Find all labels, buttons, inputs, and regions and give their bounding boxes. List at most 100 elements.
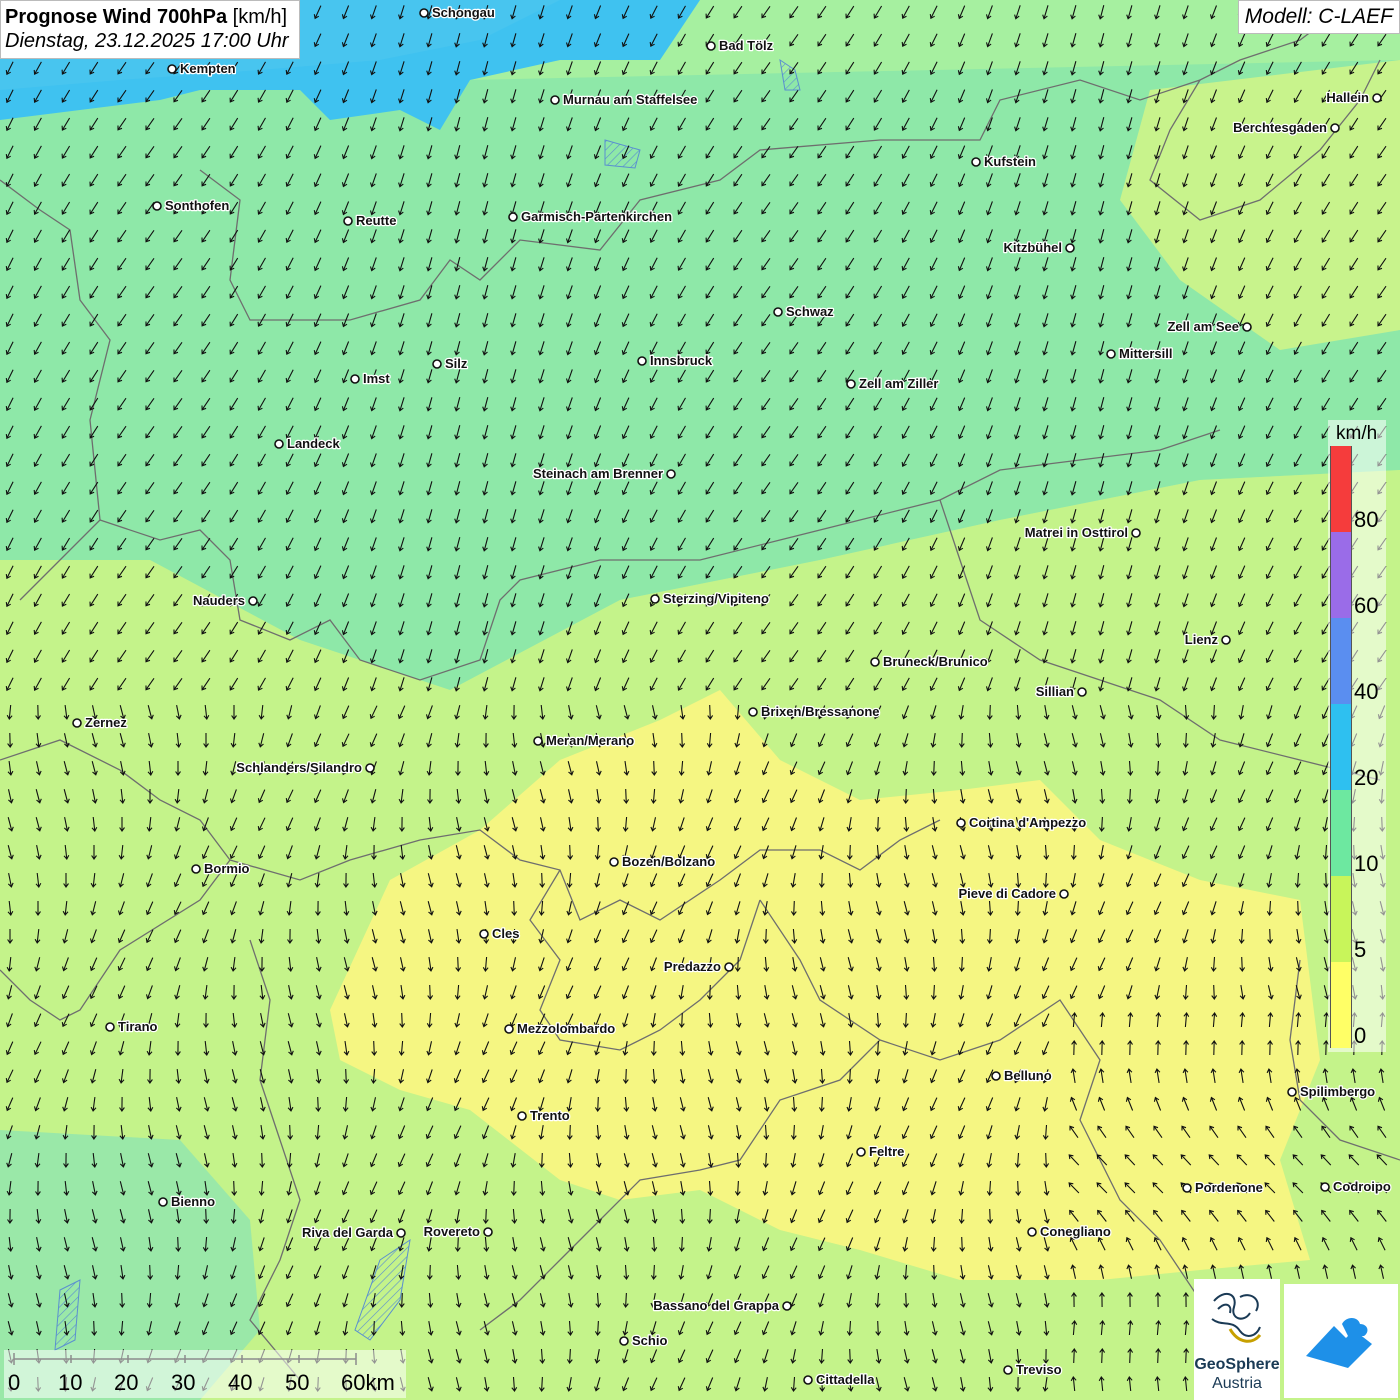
legend-label-20: 20	[1354, 765, 1379, 790]
city-marker-dot	[72, 718, 82, 728]
scale-label-10: 10	[58, 1370, 83, 1395]
scale-label-0: 0	[8, 1370, 21, 1395]
city-marker-dot	[158, 1197, 168, 1207]
city-label: Sonthofen	[165, 198, 229, 213]
city-label: Feltre	[869, 1144, 904, 1159]
city-label: Reutte	[356, 213, 396, 228]
app-logo[interactable]	[1284, 1284, 1398, 1398]
city-label: Zell am Ziller	[859, 376, 938, 391]
city-label: Cittadella	[816, 1372, 875, 1387]
city-marker-dot	[550, 95, 560, 105]
city-marker-dot	[706, 41, 716, 51]
city-marker-dot	[609, 857, 619, 867]
city-label: Landeck	[287, 436, 341, 451]
city-marker-dot	[517, 1111, 527, 1121]
map-title-box: Prognose Wind 700hPa [km/h] Dienstag, 23…	[0, 0, 300, 59]
geosphere-swirl-icon	[1211, 1292, 1262, 1343]
city-bozen-bolzano: Bozen/Bolzano	[609, 853, 716, 870]
legend-label-80: 80	[1354, 507, 1379, 532]
city-marker-dot	[1077, 687, 1087, 697]
city-label: Bienno	[171, 1194, 215, 1209]
city-sonthofen: Sonthofen	[152, 197, 231, 214]
city-label: Conegliano	[1040, 1224, 1111, 1239]
city-marker-dot	[870, 657, 880, 667]
city-marker-dot	[650, 594, 660, 604]
city-marker-dot	[1221, 635, 1231, 645]
city-label: Matrei in Osttirol	[1025, 525, 1128, 540]
city-label: Codroipo	[1333, 1179, 1391, 1194]
city-marker-dot	[1182, 1183, 1192, 1193]
city-label: Pieve di Cadore	[958, 886, 1056, 901]
city-marker-dot	[782, 1301, 792, 1311]
city-label: Tirano	[118, 1019, 158, 1034]
city-marker-dot	[191, 864, 201, 874]
legend-swatch-20	[1330, 704, 1352, 790]
city-marker-dot	[619, 1336, 629, 1346]
map-title-unit: [km/h]	[232, 6, 288, 28]
legend-swatch-40	[1330, 618, 1352, 704]
city-marker-dot	[396, 1228, 406, 1238]
city-label: Riva del Garda	[302, 1225, 394, 1240]
legend-swatch-0	[1330, 962, 1352, 1048]
city-label: Bormio	[204, 861, 250, 876]
city-label: Meran/Merano	[546, 733, 634, 748]
scale-bar: 0 10 20 30 40 50 60km	[4, 1350, 406, 1398]
city-label: Berchtesgaden	[1233, 120, 1327, 135]
city-marker-dot	[803, 1375, 813, 1385]
city-marker-dot	[1059, 889, 1069, 899]
legend-label-0: 0	[1354, 1023, 1367, 1048]
city-marker-dot	[1003, 1365, 1013, 1375]
city-label: Schio	[632, 1333, 667, 1348]
city-marker-dot	[343, 216, 353, 226]
city-marker-dot	[504, 1024, 514, 1034]
scale-label-60km: 60km	[341, 1370, 395, 1395]
city-meran-merano: Meran/Merano	[533, 732, 635, 749]
city-label: Schwaz	[786, 304, 834, 319]
city-label: Schongau	[432, 5, 495, 20]
city-marker-dot	[1131, 528, 1141, 538]
city-label: Silz	[445, 356, 468, 371]
city-riva-del-garda: Riva del Garda	[301, 1224, 406, 1241]
city-label: Mittersill	[1119, 346, 1172, 361]
city-label: Treviso	[1016, 1362, 1062, 1377]
city-marker-dot	[365, 763, 375, 773]
city-murnau-am-staffelsee: Murnau am Staffelsee	[550, 91, 699, 108]
legend-swatch-5	[1330, 876, 1352, 962]
city-label: Bassano del Grappa	[653, 1298, 779, 1313]
legend-swatch-80	[1330, 446, 1352, 532]
legend-unit: km/h	[1336, 423, 1378, 444]
city-marker-dot	[1106, 349, 1116, 359]
city-marker-dot	[773, 307, 783, 317]
city-berchtesgaden: Berchtesgaden	[1232, 119, 1340, 136]
wind-forecast-map[interactable]: Schongau Bad Tölz Kempten Murnau am Staffel…	[0, 0, 1400, 1400]
city-marker-dot	[152, 201, 162, 211]
city-schlanders-silandro: Schlanders/Silandro	[235, 759, 375, 776]
city-marker-dot	[248, 596, 258, 606]
map-canvas: Schongau Bad Tölz Kempten Murnau am Staffel…	[0, 0, 1400, 1400]
city-label: Garmisch-Partenkirchen	[521, 209, 672, 224]
legend-label-5: 5	[1354, 937, 1367, 962]
city-steinach-am-brenner: Steinach am Brenner	[532, 465, 676, 482]
city-label: Bozen/Bolzano	[622, 854, 715, 869]
city-label: Schlanders/Silandro	[236, 760, 362, 775]
forecast-date: Dienstag, 23.12.2025 17:00 Uhr	[5, 30, 289, 52]
city-label: Kufstein	[984, 154, 1036, 169]
city-cortina-d-ampezzo: Cortina d'Ampezzo	[956, 814, 1088, 831]
city-zell-am-see: Zell am See	[1166, 318, 1252, 335]
city-label: Murnau am Staffelsee	[563, 92, 697, 107]
color-legend: km/h 80 60 40 20 10 5 0	[1328, 420, 1386, 1052]
city-bassano-del-grappa: Bassano del Grappa	[652, 1297, 792, 1314]
city-conegliano: Conegliano	[1027, 1223, 1112, 1240]
city-pieve-di-cadore: Pieve di Cadore	[957, 885, 1069, 902]
city-marker-dot	[533, 736, 543, 746]
city-marker-dot	[1287, 1087, 1297, 1097]
city-label: Hallein	[1326, 90, 1369, 105]
city-marker-dot	[1372, 93, 1382, 103]
city-label: Brixen/Bressanone	[761, 704, 880, 719]
city-zell-am-ziller: Zell am Ziller	[846, 375, 940, 392]
city-label: Zell am See	[1167, 319, 1239, 334]
logo-line1: GeoSphere	[1194, 1356, 1280, 1373]
city-marker-dot	[846, 379, 856, 389]
geosphere-logo[interactable]: GeoSphere Austria	[1194, 1279, 1280, 1400]
city-marker-dot	[350, 374, 360, 384]
